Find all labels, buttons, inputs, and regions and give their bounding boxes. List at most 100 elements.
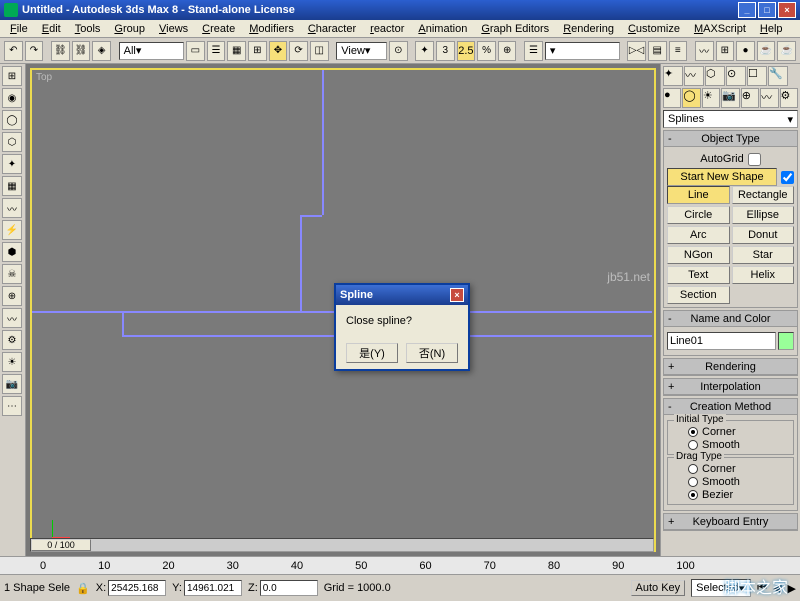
- select-region-button[interactable]: ▦: [227, 41, 246, 61]
- menu-modifiers[interactable]: Modifiers: [243, 22, 300, 36]
- material-button[interactable]: ●: [736, 41, 755, 61]
- bone-icon[interactable]: ☠: [2, 264, 22, 284]
- time-slider-thumb[interactable]: 0 / 100: [31, 539, 91, 551]
- nurbs-icon[interactable]: 〰: [2, 198, 22, 218]
- utilities-tab[interactable]: 🔧: [768, 66, 788, 86]
- align-button[interactable]: ▤: [648, 41, 667, 61]
- shape-rectangle-button[interactable]: Rectangle: [732, 186, 795, 204]
- named-selection-dropdown[interactable]: ▾: [545, 42, 620, 60]
- close-button[interactable]: ×: [778, 2, 796, 18]
- geometry-cat-icon[interactable]: ●: [663, 88, 681, 108]
- spinner-snap-button[interactable]: ⊕: [498, 41, 517, 61]
- quick-render-button[interactable]: ☕: [777, 41, 796, 61]
- patch-icon[interactable]: ▦: [2, 176, 22, 196]
- creation-method-header[interactable]: -Creation Method: [664, 399, 797, 415]
- initial-corner-radio[interactable]: [688, 427, 698, 437]
- space-warp-icon[interactable]: 〰: [2, 308, 22, 328]
- tab-panel-icon[interactable]: ⊞: [2, 66, 22, 86]
- drag-bezier-radio[interactable]: [688, 490, 698, 500]
- menu-character[interactable]: Character: [302, 22, 362, 36]
- object-name-input[interactable]: Line01: [667, 332, 776, 350]
- link-button[interactable]: ⛓: [51, 41, 70, 61]
- color-swatch[interactable]: [778, 332, 794, 350]
- spacewarps-cat-icon[interactable]: 〰: [760, 88, 778, 108]
- menu-animation[interactable]: Animation: [412, 22, 473, 36]
- y-coord-input[interactable]: [184, 580, 242, 596]
- shape-helix-button[interactable]: Helix: [732, 266, 795, 284]
- drag-corner-radio[interactable]: [688, 464, 698, 474]
- curve-editor-button[interactable]: 〰: [695, 41, 714, 61]
- interpolation-header[interactable]: +Interpolation: [664, 379, 797, 395]
- select-button[interactable]: ▭: [186, 41, 205, 61]
- ref-coord-dropdown[interactable]: View▾: [336, 42, 387, 60]
- lock-icon[interactable]: 🔒: [76, 582, 90, 595]
- menu-views[interactable]: Views: [153, 22, 194, 36]
- autogrid-checkbox[interactable]: [748, 153, 761, 166]
- objects-icon[interactable]: ◉: [2, 88, 22, 108]
- modify-tab[interactable]: 〰: [684, 66, 704, 86]
- menu-maxscript[interactable]: MAXScript: [688, 22, 752, 36]
- manipulate-button[interactable]: ✦: [415, 41, 434, 61]
- particles-icon[interactable]: ✦: [2, 154, 22, 174]
- menu-group[interactable]: Group: [108, 22, 151, 36]
- shape-arc-button[interactable]: Arc: [667, 226, 730, 244]
- shapes-cat-icon[interactable]: ◯: [682, 88, 700, 108]
- dialog-no-button[interactable]: 否(N): [406, 343, 458, 363]
- hierarchy-tab[interactable]: ⬡: [705, 66, 725, 86]
- system-icon[interactable]: ⚙: [2, 330, 22, 350]
- motion-tab[interactable]: ⊙: [726, 66, 746, 86]
- select-rotate-button[interactable]: ⟳: [289, 41, 308, 61]
- start-new-shape-button[interactable]: Start New Shape: [667, 168, 777, 186]
- menu-edit[interactable]: Edit: [36, 22, 67, 36]
- named-selection-button[interactable]: ☰: [524, 41, 543, 61]
- snap-toggle-button[interactable]: 3: [436, 41, 455, 61]
- camera-icon[interactable]: 📷: [2, 374, 22, 394]
- shape-text-button[interactable]: Text: [667, 266, 730, 284]
- redo-button[interactable]: ↷: [25, 41, 44, 61]
- lights-cat-icon[interactable]: ☀: [702, 88, 720, 108]
- helpers-cat-icon[interactable]: ⊕: [741, 88, 759, 108]
- unlink-button[interactable]: ⛓: [72, 41, 91, 61]
- object-type-header[interactable]: -Object Type: [664, 131, 797, 147]
- create-tab[interactable]: ✦: [663, 66, 683, 86]
- drag-smooth-radio[interactable]: [688, 477, 698, 487]
- initial-smooth-radio[interactable]: [688, 440, 698, 450]
- angle-snap-button[interactable]: 2.5: [457, 41, 476, 61]
- shape-donut-button[interactable]: Donut: [732, 226, 795, 244]
- bind-button[interactable]: ◈: [92, 41, 111, 61]
- minimize-button[interactable]: _: [738, 2, 756, 18]
- x-coord-input[interactable]: [108, 580, 166, 596]
- helper-icon[interactable]: ⊕: [2, 286, 22, 306]
- reactor-icon[interactable]: ⬢: [2, 242, 22, 262]
- pivot-button[interactable]: ⊙: [389, 41, 408, 61]
- layers-button[interactable]: ≡: [669, 41, 688, 61]
- menu-tools[interactable]: Tools: [69, 22, 107, 36]
- rendering-header[interactable]: +Rendering: [664, 359, 797, 375]
- select-move-button[interactable]: ✥: [269, 41, 288, 61]
- dynamics-icon[interactable]: ⚡: [2, 220, 22, 240]
- menu-customize[interactable]: Customize: [622, 22, 686, 36]
- undo-button[interactable]: ↶: [4, 41, 23, 61]
- menu-graph editors[interactable]: Graph Editors: [475, 22, 555, 36]
- menu-reactor[interactable]: reactor: [364, 22, 410, 36]
- menu-create[interactable]: Create: [196, 22, 241, 36]
- start-new-shape-checkbox[interactable]: [781, 171, 794, 184]
- shape-ellipse-button[interactable]: Ellipse: [732, 206, 795, 224]
- play-icon[interactable]: ▶: [788, 582, 796, 595]
- select-scale-button[interactable]: ◫: [310, 41, 329, 61]
- menu-file[interactable]: File: [4, 22, 34, 36]
- compound-icon[interactable]: ⬡: [2, 132, 22, 152]
- selection-filter-dropdown[interactable]: All▾: [119, 42, 184, 60]
- more-icon[interactable]: ⋯: [2, 396, 22, 416]
- select-name-button[interactable]: ☰: [207, 41, 226, 61]
- display-tab[interactable]: ☐: [747, 66, 767, 86]
- systems-cat-icon[interactable]: ⚙: [780, 88, 798, 108]
- shape-ngon-button[interactable]: NGon: [667, 246, 730, 264]
- shape-section-button[interactable]: Section: [667, 286, 730, 304]
- menu-help[interactable]: Help: [754, 22, 789, 36]
- shape-star-button[interactable]: Star: [732, 246, 795, 264]
- keyboard-entry-header[interactable]: +Keyboard Entry: [664, 514, 797, 530]
- cameras-cat-icon[interactable]: 📷: [721, 88, 739, 108]
- autokey-button[interactable]: Auto Key: [631, 580, 686, 596]
- z-coord-input[interactable]: [260, 580, 318, 596]
